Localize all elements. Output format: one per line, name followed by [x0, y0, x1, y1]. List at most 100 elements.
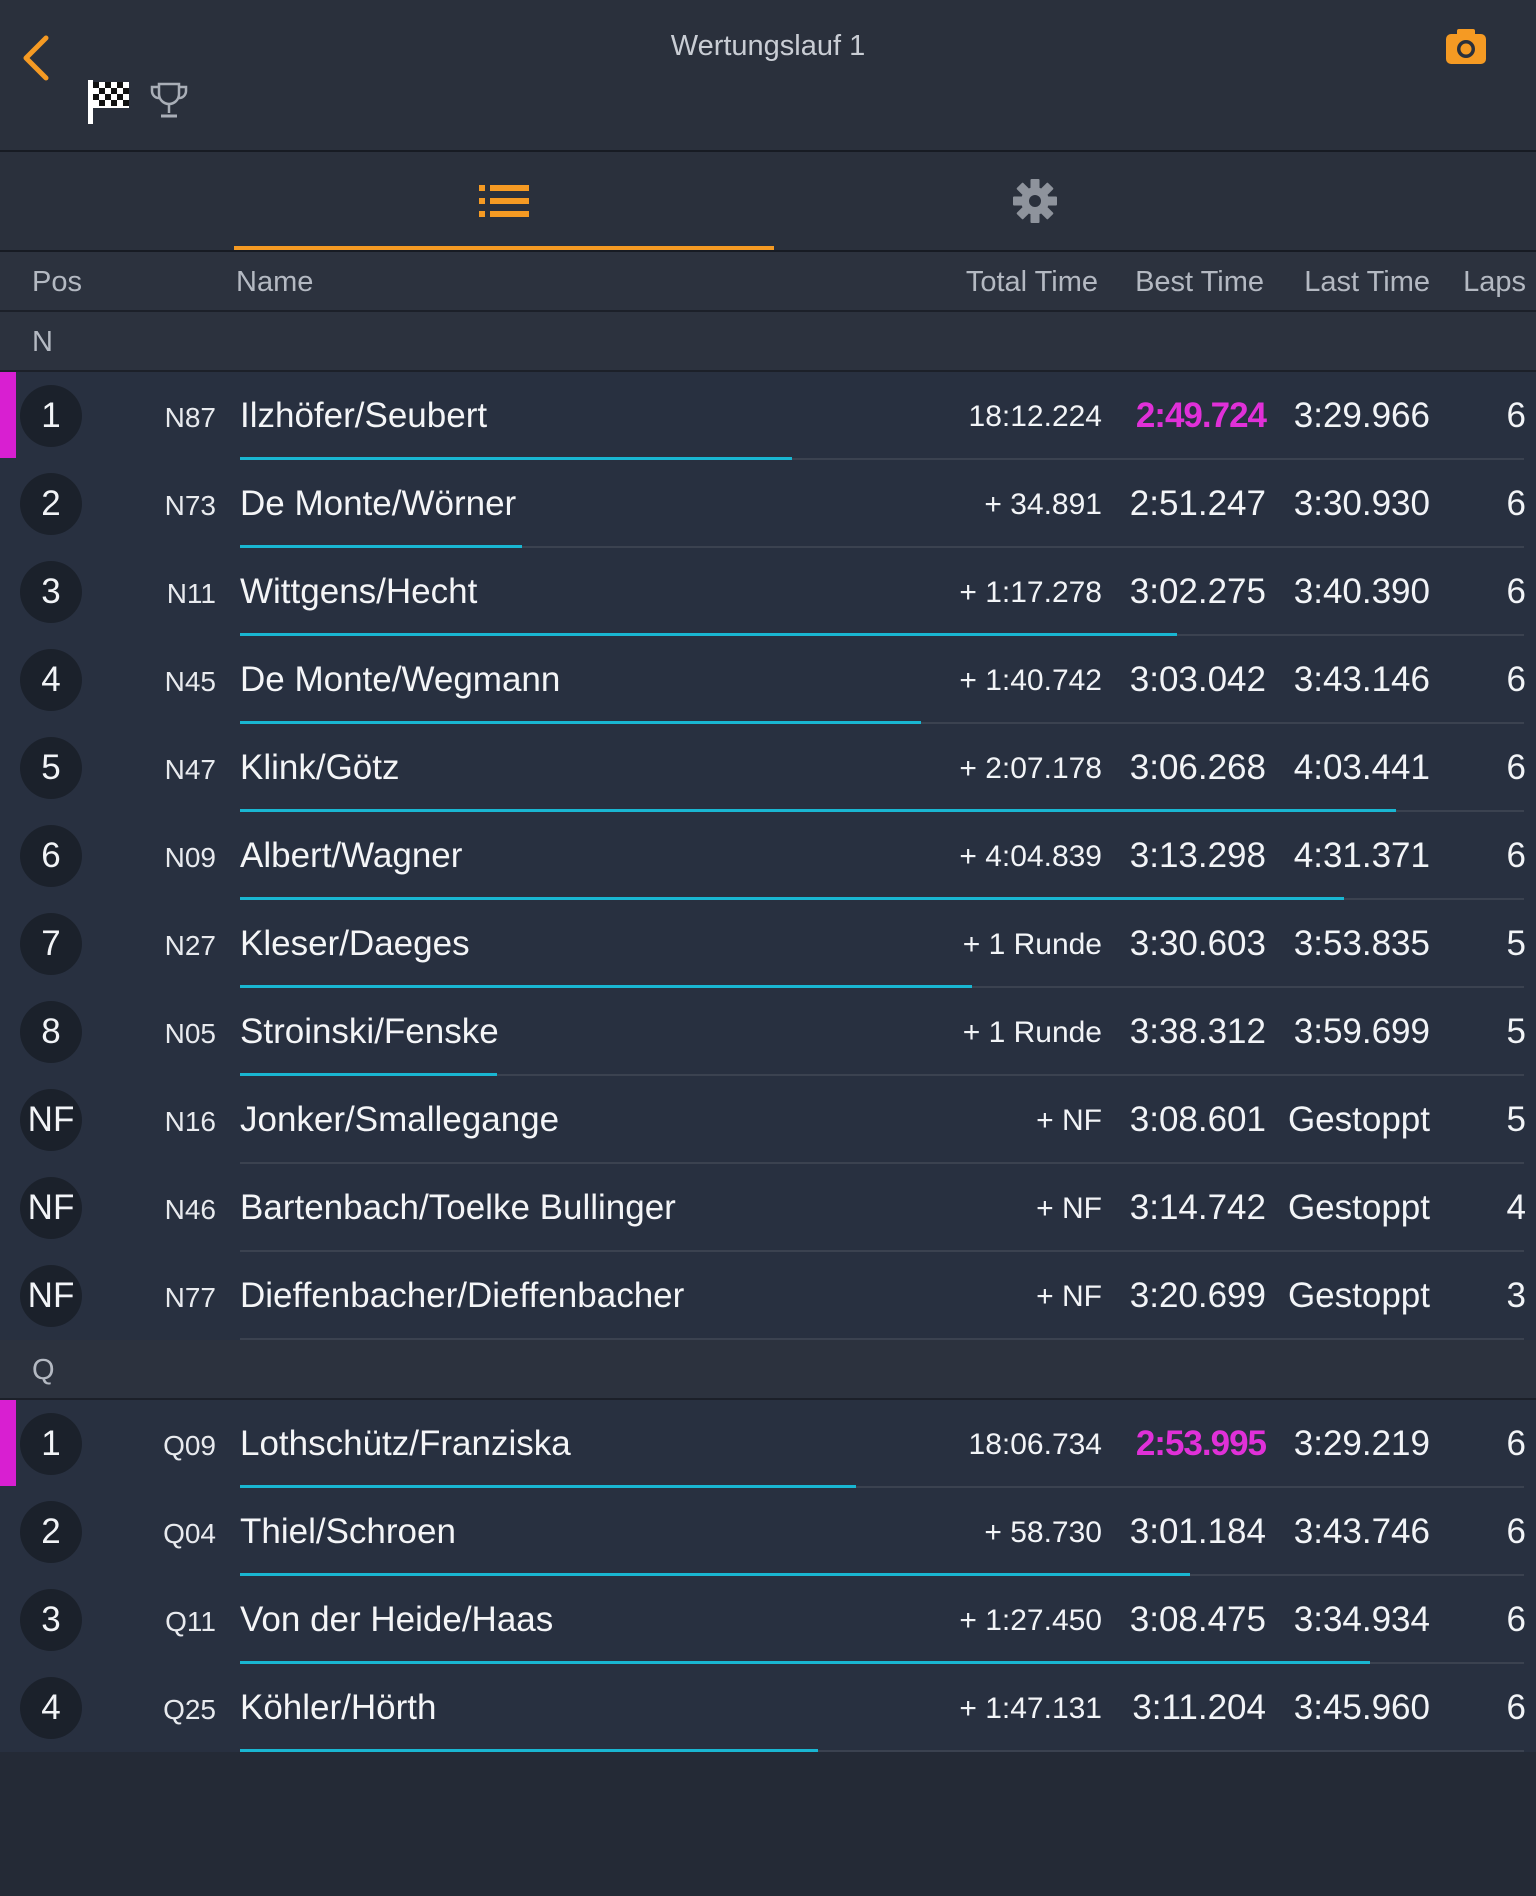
table-row[interactable]: NF N16 Jonker/Smallegange + NF 3:08.601 Gesto…	[0, 1076, 1536, 1164]
driver-name: Dieffenbacher/Dieffenbacher	[240, 1276, 685, 1315]
laps-count: 5	[1506, 1012, 1526, 1051]
progress-bar	[240, 1573, 1190, 1576]
progress-bar	[240, 985, 972, 988]
last-time: Gestoppt	[1287, 1276, 1430, 1315]
progress-bar	[240, 809, 1396, 812]
position-badge: 8	[20, 1001, 82, 1063]
laps-count: 5	[1506, 924, 1526, 963]
col-last-time[interactable]: Last Time	[1304, 266, 1430, 299]
table-row[interactable]: 4 Q25 Köhler/Hörth + 1:47.131 3:11.204 3:45.9…	[0, 1664, 1536, 1752]
table-row[interactable]: 6 N09 Albert/Wagner + 4:04.839 3:13.298 4:31.…	[0, 812, 1536, 900]
driver-name: Von der Heide/Haas	[240, 1600, 554, 1639]
best-time: 3:08.475	[1129, 1600, 1266, 1639]
col-name[interactable]: Name	[236, 266, 313, 299]
car-number: N46	[164, 1194, 216, 1225]
position-badge: 2	[20, 1501, 82, 1563]
table-row[interactable]: 1 Q09 Lothschütz/Franziska 18:06.734 2:53.99…	[0, 1400, 1536, 1488]
total-time: + 34.891	[984, 488, 1102, 521]
table-row[interactable]: 4 N45 De Monte/Wegmann + 1:40.742 3:03.042 3:…	[0, 636, 1536, 724]
position-badge: 6	[20, 825, 82, 887]
driver-name: Albert/Wagner	[240, 836, 463, 875]
progress-bar	[240, 897, 1344, 900]
table-row[interactable]: 1 N87 Ilzhöfer/Seubert 18:12.224 2:49.724 3:2…	[0, 372, 1536, 460]
total-time: + 1:17.278	[959, 576, 1102, 609]
table-row[interactable]: 2 N73 De Monte/Wörner + 34.891 2:51.247 3:30.…	[0, 460, 1536, 548]
car-number: N27	[164, 930, 216, 961]
last-time: 3:34.934	[1293, 1600, 1430, 1639]
total-time: + NF	[1036, 1192, 1102, 1225]
best-time: 3:38.312	[1129, 1012, 1266, 1051]
driver-name: Stroinski/Fenske	[240, 1012, 499, 1051]
last-time: 3:53.835	[1293, 924, 1430, 963]
camera-icon[interactable]	[1444, 26, 1488, 66]
total-time: + 2:07.178	[959, 752, 1102, 785]
best-time: 3:13.298	[1129, 836, 1266, 875]
best-time: 2:51.247	[1129, 484, 1266, 523]
group-label: N	[32, 326, 53, 358]
gear-icon	[1013, 179, 1057, 223]
driver-name: Thiel/Schroen	[240, 1512, 456, 1551]
list-icon	[479, 185, 529, 217]
position-badge: 4	[20, 1677, 82, 1739]
position-badge: 3	[20, 561, 82, 623]
progress-bar	[240, 1073, 497, 1076]
table-row[interactable]: 8 N05 Stroinski/Fenske + 1 Runde 3:38.312 3:5…	[0, 988, 1536, 1076]
last-time: 3:30.930	[1293, 484, 1430, 523]
table-row[interactable]: 2 Q04 Thiel/Schroen + 58.730 3:01.184 3:43.74…	[0, 1488, 1536, 1576]
total-time: + 4:04.839	[959, 840, 1102, 873]
driver-name: Lothschütz/Franziska	[240, 1424, 571, 1463]
table-row[interactable]: NF N46 Bartenbach/Toelke Bullinger + NF 3:14…	[0, 1164, 1536, 1252]
col-laps[interactable]: Laps	[1463, 266, 1526, 299]
col-best-time[interactable]: Best Time	[1135, 266, 1264, 299]
total-time: + NF	[1036, 1280, 1102, 1313]
position-badge: NF	[20, 1177, 82, 1239]
best-time: 3:30.603	[1129, 924, 1266, 963]
leader-marker	[0, 1400, 16, 1486]
driver-name: De Monte/Wegmann	[240, 660, 561, 699]
table-row[interactable]: 5 N47 Klink/Götz + 2:07.178 3:06.268 4:03.441…	[0, 724, 1536, 812]
table-row[interactable]: 3 Q11 Von der Heide/Haas + 1:27.450 3:08.475…	[0, 1576, 1536, 1664]
total-time: + 1:40.742	[959, 664, 1102, 697]
col-pos[interactable]: Pos	[32, 266, 82, 299]
car-number: Q11	[165, 1606, 216, 1637]
laps-count: 6	[1506, 836, 1526, 875]
car-number: Q04	[163, 1518, 216, 1549]
driver-name: Jonker/Smallegange	[240, 1100, 560, 1139]
table-row[interactable]: NF N77 Dieffenbacher/Dieffenbacher + NF 3:20…	[0, 1252, 1536, 1340]
car-number: Q25	[163, 1694, 216, 1725]
laps-count: 6	[1506, 396, 1526, 435]
position-badge: NF	[20, 1089, 82, 1151]
progress-bar	[240, 1485, 856, 1488]
last-time: 3:29.219	[1293, 1424, 1430, 1463]
last-time: 4:31.371	[1293, 836, 1430, 875]
position-badge: NF	[20, 1265, 82, 1327]
total-time: + 1 Runde	[962, 928, 1102, 961]
total-time: + 1 Runde	[962, 1016, 1102, 1049]
car-number: N11	[166, 578, 216, 609]
car-number: N05	[164, 1018, 216, 1049]
best-time: 2:53.995	[1135, 1424, 1267, 1463]
group-label: Q	[32, 1354, 55, 1386]
col-total-time[interactable]: Total Time	[966, 266, 1098, 299]
tab-list[interactable]	[234, 152, 774, 250]
laps-count: 6	[1506, 572, 1526, 611]
car-number: N87	[164, 402, 216, 433]
laps-count: 3	[1506, 1276, 1526, 1315]
progress-bar	[240, 633, 1177, 636]
results-table: N 1 N87 Ilzhöfer/Seubert 18:12.224 2:49.724 3:…	[0, 312, 1536, 1752]
position-badge: 5	[20, 737, 82, 799]
progress-bar	[240, 545, 522, 548]
table-row[interactable]: 3 N11 Wittgens/Hecht + 1:17.278 3:02.275 3:40…	[0, 548, 1536, 636]
table-row[interactable]: 7 N27 Kleser/Daeges + 1 Runde 3:30.603 3:53.8…	[0, 900, 1536, 988]
tab-settings[interactable]	[774, 152, 1296, 250]
group-header: Q	[0, 1340, 1536, 1400]
best-time: 3:02.275	[1129, 572, 1266, 611]
driver-name: Wittgens/Hecht	[240, 572, 478, 611]
car-number: N47	[164, 754, 216, 785]
last-time: 3:43.146	[1293, 660, 1430, 699]
best-time: 3:11.204	[1132, 1688, 1266, 1727]
progress-bar	[240, 1661, 1370, 1664]
position-badge: 1	[20, 385, 82, 447]
driver-name: Bartenbach/Toelke Bullinger	[240, 1188, 676, 1227]
last-time: 3:29.966	[1293, 396, 1430, 435]
